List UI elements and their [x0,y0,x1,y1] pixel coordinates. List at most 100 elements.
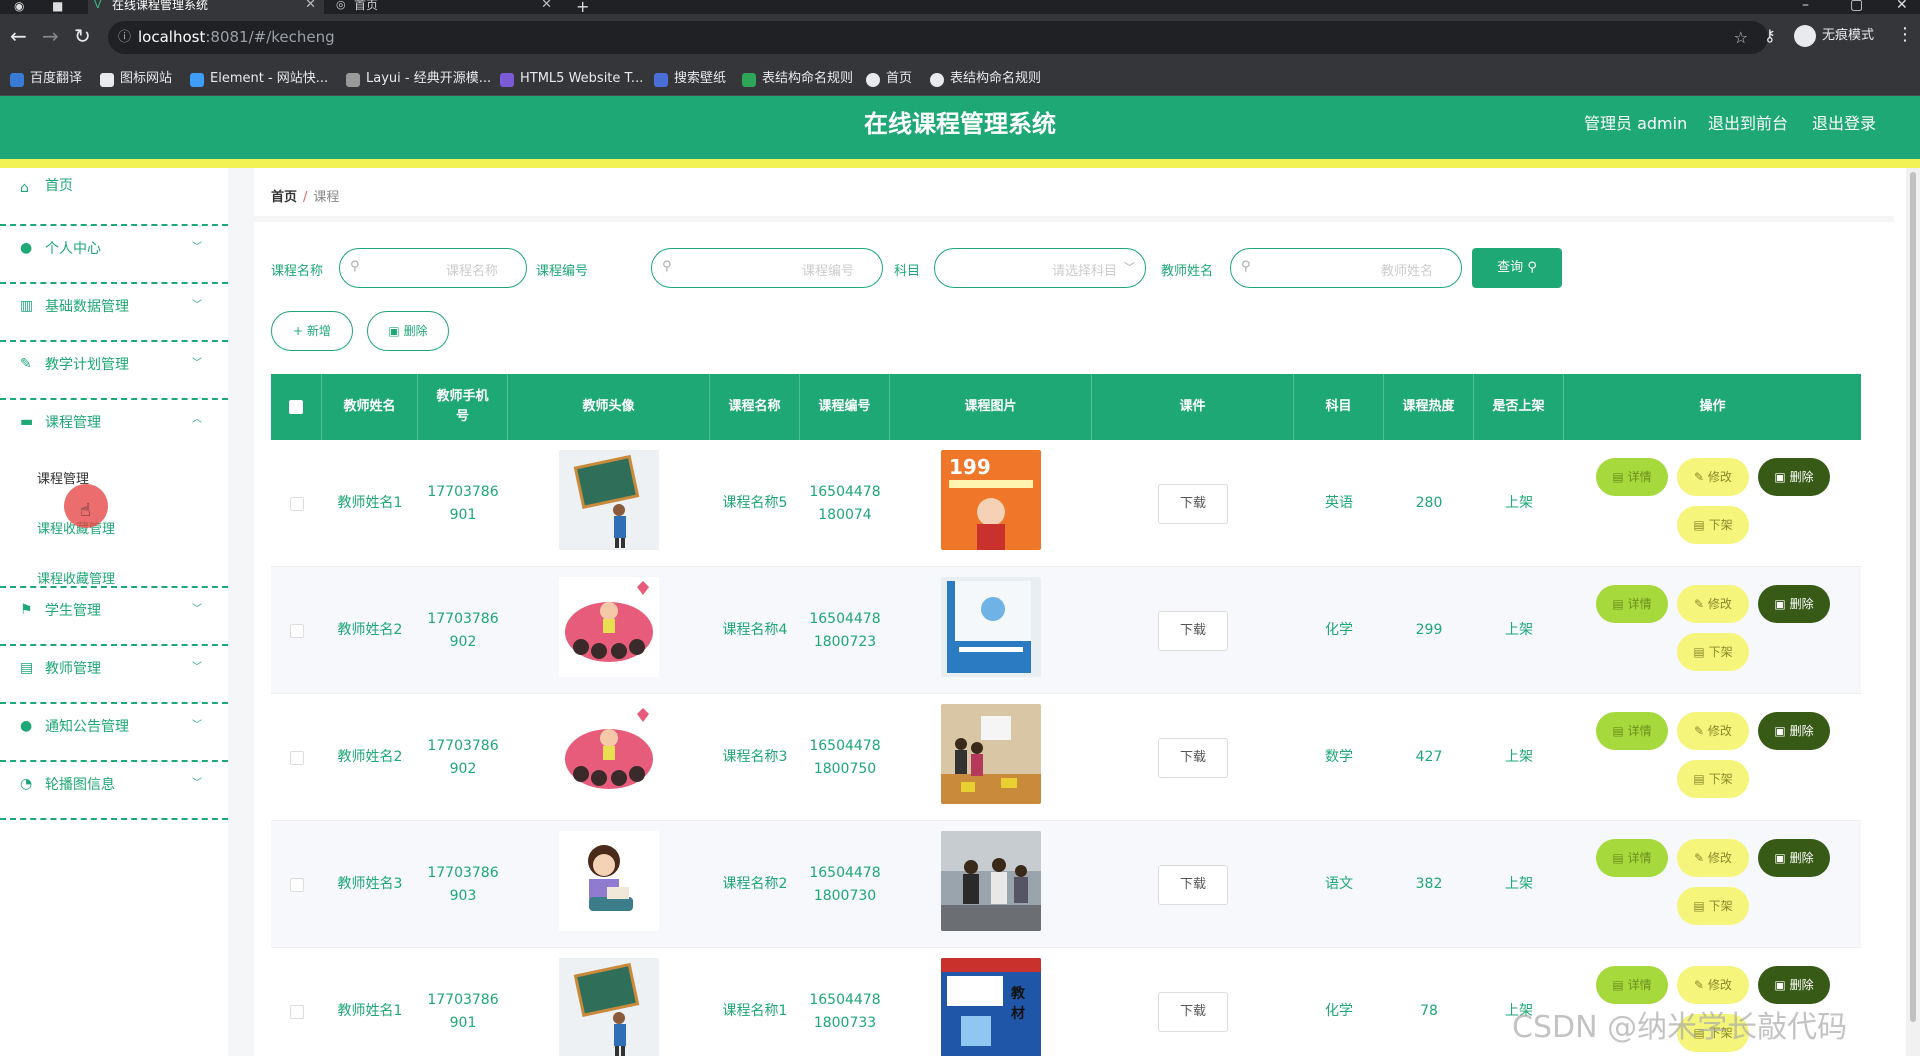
offline-button[interactable]: ▤ 下架 [1677,760,1749,798]
detail-button[interactable]: ▤ 详情 [1596,585,1668,623]
download-button[interactable]: 下载 [1158,991,1228,1032]
select-cell [271,567,322,694]
offline-button[interactable]: ▤ 下架 [1677,887,1749,925]
key-icon[interactable]: ⚷ [1764,26,1776,45]
chevron-down-icon: ﹀ [192,778,202,789]
bookmark-item[interactable]: 表结构命名规则 [930,62,1041,96]
teacher-phone: 17703786 901 [427,483,499,523]
frontend-link[interactable]: 退出到前台 [1708,96,1788,152]
submenu-course-favorites-2[interactable]: 课程收藏管理 [37,568,115,587]
detail-button[interactable]: ▤ 详情 [1596,458,1668,496]
row-checkbox[interactable] [289,1004,304,1019]
maximize-icon[interactable]: ▢ [1850,0,1863,13]
detail-button[interactable]: ▤ 详情 [1596,966,1668,1004]
sidebar-item-students[interactable]: ⚑ 学生管理 ﹀ [0,588,228,646]
course-cover-image [941,830,1041,939]
vue-icon: V [94,0,102,11]
teacher-name-input[interactable]: ⚲ 教师姓名 [1230,248,1462,288]
actions-cell: ▤ 详情 ✎ 修改 ▣ 删除 ▤ 下架 [1564,567,1861,694]
teacher-cell: 教师姓名1 [322,440,418,567]
bookmark-item[interactable]: 表结构命名规则 [742,62,853,96]
logout-link[interactable]: 退出登录 [1812,96,1876,152]
info-icon[interactable]: ⓘ [118,21,131,54]
url-field[interactable]: ⓘ localhost:8081/#/kecheng ☆ [108,21,1768,54]
heat-cell: 78 [1384,948,1474,1056]
course-name-input[interactable]: ⚲ 课程名称 [339,248,527,288]
sidebar-item-home[interactable]: ⌂ 首页 [0,168,228,226]
close-window-icon[interactable]: ✕ [1896,0,1908,13]
back-icon[interactable]: ← [10,26,27,46]
sidebar-item-carousel[interactable]: ◔ 轮播图信息 ﹀ [0,762,228,820]
row-checkbox[interactable] [289,750,304,765]
sidebar-item-basic-data[interactable]: ▥ 基础数据管理 ﹀ [0,284,228,342]
select-cell [271,821,322,948]
row-checkbox[interactable] [289,623,304,638]
bookmark-item[interactable]: 搜索壁纸 [654,62,726,96]
delete-button[interactable]: ▣ 删除 [1758,839,1830,877]
download-button[interactable]: 下载 [1158,864,1228,905]
bookmark-item[interactable]: 首页 [866,62,912,96]
reload-icon[interactable]: ↻ [74,26,91,46]
query-button[interactable]: 查询 ⚲ [1472,248,1562,288]
bookmark-item[interactable]: 图标网站 [100,62,172,96]
delete-button[interactable]: ▣ 删除 [1758,458,1830,496]
sidebar-item-personal[interactable]: ● 个人中心 ﹀ [0,226,228,284]
offline-button[interactable]: ▤ 下架 [1677,506,1749,544]
globe-icon: ◎ [336,0,346,11]
browser-menu-icon[interactable]: ⋮ [1896,24,1914,45]
bulk-delete-button[interactable]: ▣ 删除 [367,311,449,351]
bookmark-label: Layui - 经典开源模... [366,71,492,86]
course-cell: 课程名称2 [710,821,800,948]
code-cell: 16504478 1800723 [800,567,890,694]
scrollbar-thumb[interactable] [1910,172,1916,1022]
edit-button[interactable]: ✎ 修改 [1677,966,1749,1004]
bookmark-item[interactable]: Element - 网站快... [190,62,328,96]
close-tab-icon[interactable]: ✕ [305,0,316,11]
download-button[interactable]: 下载 [1158,610,1228,651]
sidebar-item-course[interactable]: ▬ 课程管理 ︿ 课程管理 课程收藏管理 课程收藏管理 [0,400,228,588]
incognito-badge[interactable]: 无痕模式 [1794,24,1874,48]
bookmark-label: 表结构命名规则 [762,71,854,86]
course-cover-image [941,703,1041,812]
edit-button[interactable]: ✎ 修改 [1677,839,1749,877]
sidebar-item-teachers[interactable]: ▤ 教师管理 ﹀ [0,646,228,704]
delete-button[interactable]: ▣ 删除 [1758,585,1830,623]
subject-select[interactable]: 请选择科目 ﹀ [934,248,1146,288]
delete-button[interactable]: ▣ 删除 [1758,712,1830,750]
scrollbar[interactable] [1906,168,1920,1056]
course-code-input[interactable]: ⚲ 课程编号 [651,248,883,288]
avatar-cell [508,567,710,694]
select-all-checkbox[interactable] [289,400,303,414]
bookmark-item[interactable]: HTML5 Website T... [500,62,643,96]
briefcase-icon: ▬ [20,414,34,430]
edit-button[interactable]: ✎ 修改 [1677,712,1749,750]
sheet-icon [742,73,756,87]
close-tab-icon[interactable]: ✕ [541,0,552,11]
minimize-icon[interactable]: – [1802,0,1809,13]
bookmark-item[interactable]: Layui - 经典开源模... [346,62,491,96]
row-checkbox[interactable] [289,496,304,511]
download-button[interactable]: 下载 [1158,483,1228,524]
sidebar-item-teaching-plan[interactable]: ✎ 教学计划管理 ﹀ [0,342,228,400]
star-icon[interactable]: ☆ [1734,21,1748,54]
add-button[interactable]: + 新增 [271,311,353,351]
row-checkbox[interactable] [289,877,304,892]
edit-button[interactable]: ✎ 修改 [1677,458,1749,496]
tab-inactive[interactable]: ◎ 首页 ✕ [330,0,560,14]
breadcrumb-home[interactable]: 首页 [271,190,297,205]
edit-button[interactable]: ✎ 修改 [1677,585,1749,623]
forward-icon[interactable]: → [42,26,59,46]
download-button[interactable]: 下载 [1158,737,1228,778]
course-cover-image [941,576,1041,685]
course-code: 16504478 1800733 [809,991,881,1031]
detail-button[interactable]: ▤ 详情 [1596,712,1668,750]
phone-cell: 17703786 902 [418,567,508,694]
course-cell: 课程名称5 [710,440,800,567]
sidebar-item-notices[interactable]: ● 通知公告管理 ﹀ [0,704,228,762]
detail-button[interactable]: ▤ 详情 [1596,839,1668,877]
watermark: CSDN @纳米学长敲代码 [1512,1010,1848,1045]
tab-active[interactable]: V 在线课程管理系统 ✕ [88,0,324,14]
bookmark-item[interactable]: 百度翻译 [10,62,82,96]
offline-button[interactable]: ▤ 下架 [1677,633,1749,671]
delete-button[interactable]: ▣ 删除 [1758,966,1830,1004]
